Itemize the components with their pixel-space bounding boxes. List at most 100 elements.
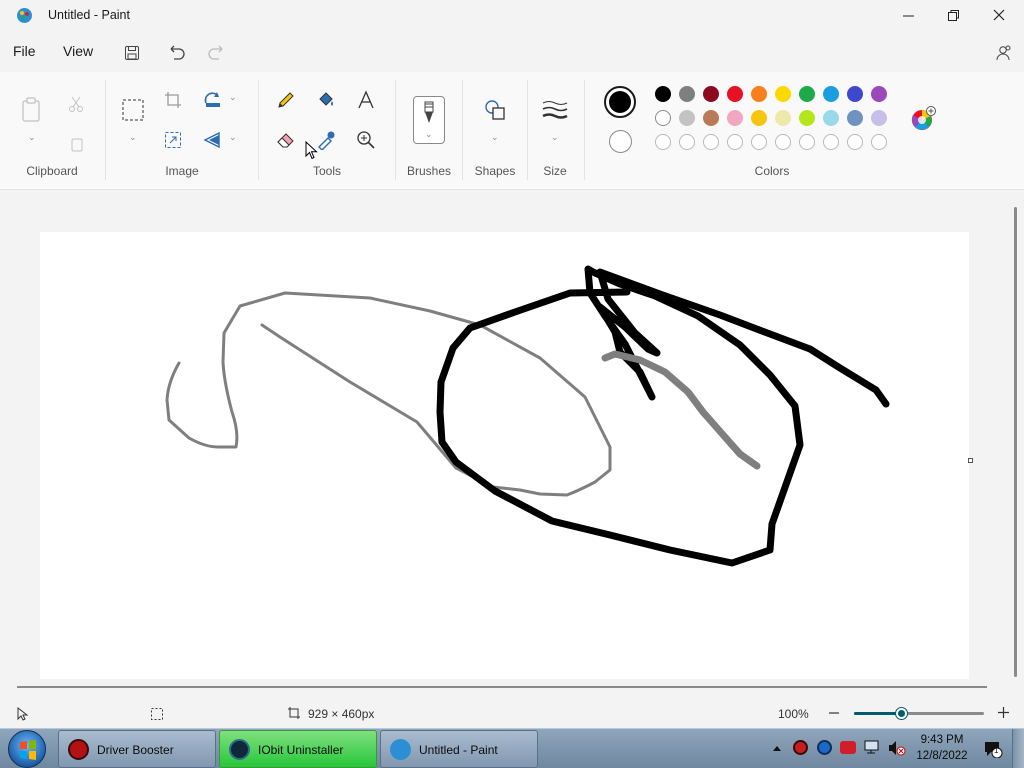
custom-color-slot[interactable] bbox=[655, 134, 671, 150]
color-swatch[interactable] bbox=[871, 110, 887, 126]
undo-icon bbox=[170, 45, 185, 60]
eraser-icon bbox=[277, 133, 294, 148]
canvas-resize-handle[interactable] bbox=[968, 458, 973, 463]
clock-date: 12/8/2022 bbox=[916, 750, 968, 762]
custom-color-slot[interactable] bbox=[823, 134, 839, 150]
paint-taskbar-icon bbox=[390, 739, 411, 760]
fill-button[interactable] bbox=[312, 86, 340, 114]
custom-color-slot[interactable] bbox=[847, 134, 863, 150]
custom-color-slot[interactable] bbox=[679, 134, 695, 150]
colors-group: Colors bbox=[586, 78, 958, 188]
volume-muted-icon[interactable] bbox=[888, 740, 906, 756]
crop-button[interactable] bbox=[159, 86, 187, 114]
brushes-button[interactable]: ⌄ bbox=[413, 96, 445, 144]
color-swatch[interactable] bbox=[703, 110, 719, 126]
undo-button[interactable] bbox=[164, 40, 190, 66]
chevron-down-icon[interactable]: ⌄ bbox=[551, 132, 559, 143]
share-icon bbox=[996, 45, 1011, 61]
color-swatch[interactable] bbox=[751, 86, 767, 102]
zoom-in-icon[interactable] bbox=[997, 706, 1010, 719]
color-swatch[interactable] bbox=[655, 110, 671, 126]
chevron-down-icon[interactable]: ⌄ bbox=[229, 132, 237, 143]
pencil-button[interactable] bbox=[272, 86, 300, 114]
driver-booster-tray-icon[interactable] bbox=[793, 740, 808, 755]
horizontal-scrollbar[interactable] bbox=[17, 686, 987, 688]
flip-button[interactable] bbox=[199, 126, 227, 154]
color-swatch[interactable] bbox=[823, 86, 839, 102]
custom-color-slot[interactable] bbox=[727, 134, 743, 150]
text-button[interactable] bbox=[352, 86, 380, 114]
network-icon[interactable] bbox=[864, 740, 881, 755]
custom-color-slot[interactable] bbox=[871, 134, 887, 150]
shapes-button[interactable] bbox=[481, 96, 509, 124]
zoom-slider-fill bbox=[854, 712, 902, 715]
color-swatch[interactable] bbox=[703, 86, 719, 102]
custom-color-slot[interactable] bbox=[775, 134, 791, 150]
recorder-tray-icon[interactable] bbox=[840, 741, 856, 754]
color-swatch[interactable] bbox=[799, 86, 815, 102]
color-swatch[interactable] bbox=[751, 110, 767, 126]
chevron-down-icon[interactable]: ⌄ bbox=[28, 132, 36, 143]
color-swatch[interactable] bbox=[775, 86, 791, 102]
taskbar-iobit-uninstaller[interactable]: IObit Uninstaller bbox=[219, 730, 377, 768]
taskbar-paint[interactable]: Untitled - Paint bbox=[380, 730, 538, 768]
resize-button[interactable] bbox=[159, 126, 187, 154]
color-swatch[interactable] bbox=[847, 86, 863, 102]
vertical-scrollbar[interactable] bbox=[1014, 207, 1017, 677]
color-swatch[interactable] bbox=[871, 86, 887, 102]
size-button[interactable] bbox=[541, 96, 569, 124]
system-clock[interactable]: 9:43 PM 12/8/2022 bbox=[912, 732, 972, 764]
redo-icon bbox=[208, 45, 223, 60]
start-button[interactable] bbox=[8, 730, 46, 768]
show-hidden-icons[interactable] bbox=[772, 744, 782, 752]
share-button[interactable] bbox=[990, 40, 1016, 66]
window-title: Untitled - Paint bbox=[48, 8, 130, 22]
cut-button[interactable] bbox=[62, 90, 90, 118]
chevron-down-icon[interactable]: ⌄ bbox=[229, 92, 237, 103]
chevron-down-icon[interactable]: ⌄ bbox=[129, 132, 137, 143]
custom-color-slot[interactable] bbox=[799, 134, 815, 150]
redo-button[interactable] bbox=[203, 40, 229, 66]
menu-file[interactable]: File bbox=[13, 43, 36, 59]
color-swatch[interactable] bbox=[655, 86, 671, 102]
color-swatch[interactable] bbox=[679, 110, 695, 126]
magnifier-icon bbox=[357, 131, 375, 149]
show-desktop-button[interactable] bbox=[1012, 729, 1024, 768]
custom-color-slot[interactable] bbox=[751, 134, 767, 150]
shapes-icon bbox=[485, 100, 505, 120]
primary-color[interactable] bbox=[604, 86, 636, 118]
action-center-button[interactable]: 1 bbox=[983, 740, 1003, 759]
magnifier-button[interactable] bbox=[352, 126, 380, 154]
color-swatch[interactable] bbox=[847, 110, 863, 126]
drawing-canvas[interactable] bbox=[40, 232, 969, 679]
paste-icon bbox=[22, 97, 40, 122]
minimize-button[interactable] bbox=[885, 0, 931, 30]
color-swatch[interactable] bbox=[727, 110, 743, 126]
zoom-percentage[interactable]: 100% bbox=[778, 707, 809, 721]
security-tray-icon[interactable] bbox=[817, 740, 832, 755]
chevron-down-icon[interactable]: ⌄ bbox=[491, 132, 499, 143]
title-bar: Untitled - Paint bbox=[0, 0, 1024, 32]
select-button[interactable] bbox=[119, 96, 147, 124]
copy-button[interactable] bbox=[62, 130, 90, 158]
color-swatch[interactable] bbox=[727, 86, 743, 102]
restore-button[interactable] bbox=[930, 0, 976, 30]
paste-button[interactable] bbox=[18, 96, 46, 124]
custom-color-slot[interactable] bbox=[703, 134, 719, 150]
close-button[interactable] bbox=[976, 0, 1022, 30]
clock-time: 9:43 PM bbox=[920, 734, 964, 746]
save-button[interactable] bbox=[119, 40, 145, 66]
color-swatch[interactable] bbox=[799, 110, 815, 126]
secondary-color[interactable] bbox=[609, 130, 632, 153]
eraser-button[interactable] bbox=[272, 126, 300, 154]
zoom-slider-thumb[interactable] bbox=[896, 708, 907, 719]
rotate-button[interactable] bbox=[199, 86, 227, 114]
color-swatch[interactable] bbox=[679, 86, 695, 102]
zoom-out-icon[interactable] bbox=[828, 707, 840, 719]
menu-view[interactable]: View bbox=[63, 43, 93, 59]
zoom-slider[interactable] bbox=[854, 708, 984, 719]
color-swatch[interactable] bbox=[823, 110, 839, 126]
taskbar-driver-booster[interactable]: Driver Booster bbox=[58, 730, 216, 768]
edit-colors-button[interactable] bbox=[910, 106, 936, 132]
color-swatch[interactable] bbox=[775, 110, 791, 126]
